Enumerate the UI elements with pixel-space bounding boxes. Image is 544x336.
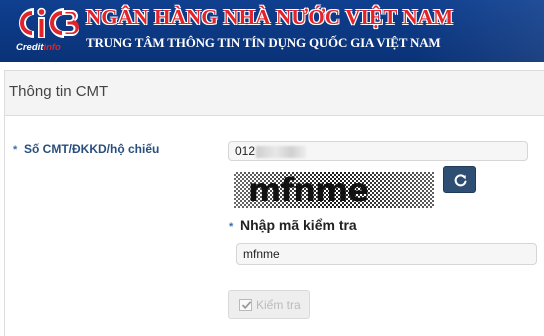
logo-wordmark: Creditinfo <box>16 41 80 54</box>
captcha-text: mfnme <box>248 171 368 209</box>
bank-name: NGÂN HÀNG NHÀ NƯỚC VIỆT NAM <box>86 5 454 29</box>
id-number-input[interactable]: 012 <box>228 141 528 161</box>
id-number-label: Số CMT/ĐKKD/hộ chiếu <box>24 142 160 156</box>
site-banner: Creditinfo NGÂN HÀNG NHÀ NƯỚC VIỆT NAM T… <box>0 0 544 62</box>
check-submit-button[interactable]: Kiểm tra <box>228 290 310 319</box>
panel-title: Thông tin CMT <box>9 83 109 100</box>
captcha-input[interactable]: mfnme <box>236 243 537 265</box>
required-marker: * <box>229 221 234 233</box>
cic-logo: Creditinfo <box>14 4 80 56</box>
required-marker: * <box>13 144 18 156</box>
id-number-value: 012 <box>235 144 256 158</box>
logo-text-info: info <box>43 42 61 53</box>
captcha-image: mfnme <box>234 170 434 210</box>
panel-header: Thông tin CMT <box>5 71 544 116</box>
captcha-label: Nhập mã kiểm tra <box>240 217 357 233</box>
refresh-captcha-button[interactable] <box>443 166 476 193</box>
submit-label: Kiểm tra <box>256 298 301 312</box>
refresh-icon <box>454 174 467 187</box>
logo-text-credit: Credit <box>16 42 44 53</box>
bank-subtitle: TRUNG TÂM THÔNG TIN TÍN DỤNG QUỐC GIA VI… <box>86 35 441 50</box>
check-icon <box>239 299 252 311</box>
redacted-digits <box>256 145 307 158</box>
